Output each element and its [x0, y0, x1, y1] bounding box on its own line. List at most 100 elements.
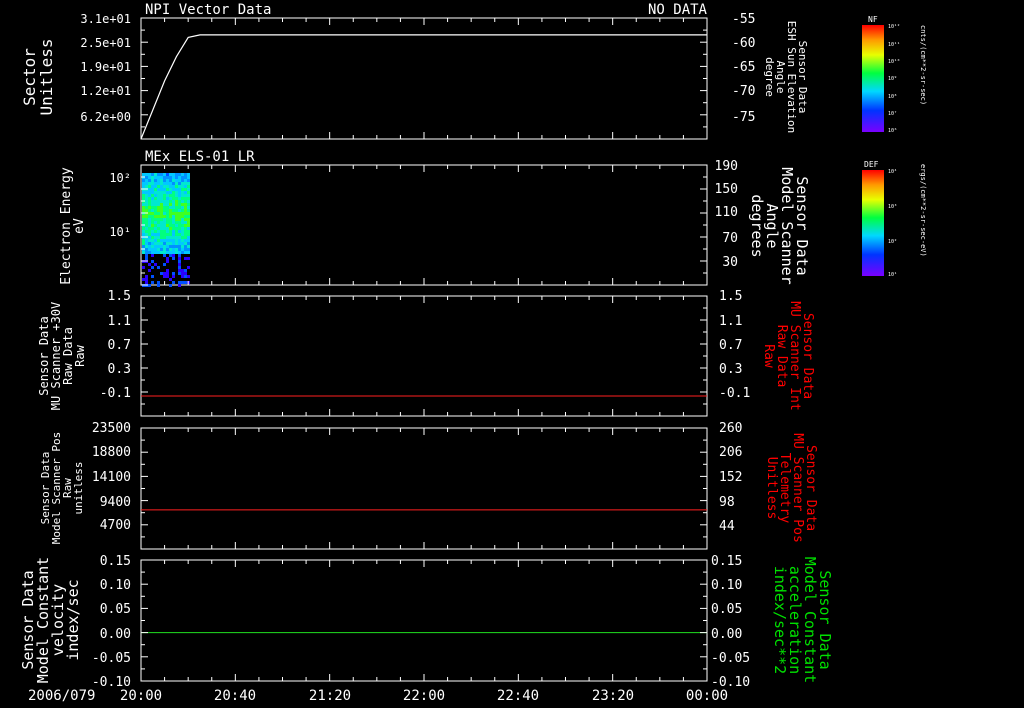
spectrogram-cell [151, 173, 154, 176]
svg-text:10⁶: 10⁶ [888, 128, 897, 134]
spectrogram-cell [154, 191, 157, 194]
spectrogram-cell [187, 173, 190, 176]
spectrogram-cell [166, 185, 169, 188]
spectrogram-cell [154, 212, 157, 215]
spectrogram-cell [184, 224, 187, 227]
spectrogram-cell [157, 182, 160, 185]
spectrogram-cell [178, 209, 181, 212]
y-tick-label: 18800 [92, 445, 131, 460]
spectrogram-cell [145, 251, 148, 254]
spectrogram-cell [172, 191, 175, 194]
spectrogram-cell [166, 179, 169, 182]
right-axis-labels: -55 -60 -65 -70 -75 [732, 12, 755, 125]
spectrogram-cell [184, 233, 187, 236]
spectrogram-cell [184, 227, 187, 230]
spectrogram-cell [166, 173, 169, 176]
spectrogram-cell [187, 221, 190, 224]
colorbar-label: DEF [864, 160, 879, 169]
spectrogram-cell [148, 218, 151, 221]
y-tick-label: 1.1 [108, 314, 131, 329]
spectrogram-cell [157, 200, 160, 203]
spectrogram-cell [145, 239, 148, 242]
spectrogram-cell [148, 212, 151, 215]
spectrogram-cell [187, 242, 190, 245]
spectrogram-cell [184, 257, 187, 260]
spectrogram-cell [160, 203, 163, 206]
y-tick-label: 0.15 [100, 554, 131, 569]
y-tick-label: 1.9e+01 [80, 60, 131, 74]
spectrogram-cell [181, 236, 184, 239]
spectrogram-cell [172, 206, 175, 209]
spectrogram-cell [148, 197, 151, 200]
spectrogram-cell [181, 272, 184, 275]
spectrogram-cell [178, 284, 181, 287]
spectrogram-cell [181, 203, 184, 206]
spectrogram-cell [163, 239, 166, 242]
spectrogram-cell [160, 221, 163, 224]
y-tick-label: 4700 [100, 518, 131, 533]
spectrogram-cell [151, 281, 154, 284]
spectrogram-cell [142, 203, 145, 206]
spectrogram-cell [169, 227, 172, 230]
spectrogram-cell [172, 194, 175, 197]
svg-text:ergs/(cm**2-sr-sec-eV): ergs/(cm**2-sr-sec-eV) [919, 164, 927, 257]
spectrogram-cell [172, 173, 175, 176]
spectrogram-cell [148, 209, 151, 212]
spectrogram-cell [163, 212, 166, 215]
panel-frame [140, 17, 708, 140]
spectrogram-cell [184, 236, 187, 239]
spectrogram-cell [154, 200, 157, 203]
spectrogram-cell [184, 275, 187, 278]
spectrogram-cell [163, 233, 166, 236]
left-axis-title: Electron Energy eV [59, 167, 87, 285]
spectrogram-cell [181, 242, 184, 245]
svg-text:10¹⁰: 10¹⁰ [888, 59, 900, 65]
spectrogram-cell [145, 215, 148, 218]
spectrogram-cell [184, 212, 187, 215]
spectrogram-cell [154, 251, 157, 254]
spectrogram-cell [151, 188, 154, 191]
spectrogram-cell [181, 191, 184, 194]
spectrogram-cell [163, 185, 166, 188]
spectrogram-cell [187, 275, 190, 278]
spectrogram-cell [181, 197, 184, 200]
spectrogram-cell [157, 197, 160, 200]
spectrogram-cell [169, 179, 172, 182]
spectrogram-cell [151, 209, 154, 212]
spectrogram-cell [187, 245, 190, 248]
spectrogram-cell [142, 242, 145, 245]
spectrogram-cell [178, 263, 181, 266]
spectrogram-cell [160, 182, 163, 185]
spectrogram-cell [163, 251, 166, 254]
spectrogram-cell [160, 188, 163, 191]
spectrogram-cell [178, 194, 181, 197]
spectrogram-cell [181, 215, 184, 218]
left-axis-labels: 0.15 0.10 0.05 0.00 -0.05 -0.10 [92, 554, 131, 690]
spectrogram-cell [175, 215, 178, 218]
y2-tick-label: -0.1 [719, 386, 750, 401]
spectrogram-cell [157, 221, 160, 224]
spectrogram-cell [163, 200, 166, 203]
spectrogram-cell [154, 206, 157, 209]
y-tick-label: 10¹ [109, 225, 131, 239]
y-tick-label: 23500 [92, 421, 131, 436]
spectrogram-cell [151, 179, 154, 182]
svg-text:10¹¹: 10¹¹ [888, 42, 900, 48]
spectrogram-cell [151, 218, 154, 221]
spectrogram-cell [178, 248, 181, 251]
spectrogram-cell [142, 266, 145, 269]
spectrogram-cell [151, 233, 154, 236]
panel-scanner-position: 23500 18800 14100 9400 4700 260 206 152 … [39, 421, 818, 550]
spectrogram-cell [160, 242, 163, 245]
spectrogram-cell [169, 221, 172, 224]
time-axis: 2006/079 20:00 20:40 21:20 22:00 22:40 2… [28, 688, 728, 704]
spectrogram-cell [187, 203, 190, 206]
spectrogram-cell [178, 197, 181, 200]
spectrogram-cell [178, 215, 181, 218]
spectrogram-cell [187, 176, 190, 179]
spectrogram-cell [157, 173, 160, 176]
spectrogram-cell [142, 221, 145, 224]
spectrogram-cell [178, 185, 181, 188]
spectrogram-cell [148, 221, 151, 224]
spectrogram-cell [181, 221, 184, 224]
